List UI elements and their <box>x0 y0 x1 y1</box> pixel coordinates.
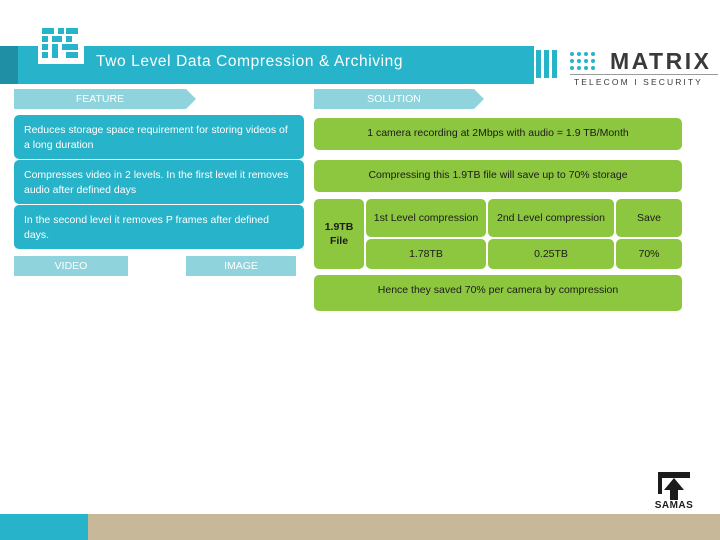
label-video: VIDEO <box>14 256 128 276</box>
table-header-first-level: 1st Level compression <box>366 199 486 237</box>
feature-card: Reduces storage space requirement for st… <box>14 115 304 159</box>
upload-arrow-icon <box>658 472 690 500</box>
column-header-solution-label: SOLUTION <box>367 93 421 105</box>
feature-card: In the second level it removes P frames … <box>14 205 304 249</box>
solution-card: Compressing this 1.9TB file will save up… <box>314 160 682 192</box>
dot-grid-icon <box>570 52 602 76</box>
table-header-second-level: 2nd Level compression <box>488 199 614 237</box>
table-header-save: Save <box>616 199 682 237</box>
table-value-second-level: 0.25TB <box>488 239 614 269</box>
matrix-tagline: TELECOM I SECURITY <box>574 77 703 87</box>
column-header-solution: SOLUTION <box>314 89 484 109</box>
column-header-feature-label: FEATURE <box>75 93 125 105</box>
column-header-feature: FEATURE <box>14 89 196 109</box>
slide-canvas: Two Level Data Compression & Archiving M… <box>0 0 720 540</box>
matrix-logo: MATRIX TELECOM I SECURITY <box>536 44 718 90</box>
matrix-divider <box>570 74 718 75</box>
page-title: Two Level Data Compression & Archiving <box>96 53 404 70</box>
footer-band-accent <box>0 514 88 540</box>
samas-mark: SAMAS <box>648 470 700 512</box>
samas-label: SAMAS <box>654 500 694 511</box>
tab-notch-icon <box>186 89 196 109</box>
three-vertical-bars-icon <box>536 50 564 78</box>
table-value-save: 70% <box>616 239 682 269</box>
table-value-first-level: 1.78TB <box>366 239 486 269</box>
label-image: IMAGE <box>186 256 296 276</box>
table-cell-file-label: 1.9TB File <box>314 199 364 269</box>
feature-card: Compresses video in 2 levels. In the fir… <box>14 160 304 204</box>
header-band-accent <box>0 46 18 84</box>
matrix-wordmark: MATRIX <box>610 48 712 74</box>
solution-card: 1 camera recording at 2Mbps with audio =… <box>314 118 682 150</box>
company-logo-icon <box>36 24 88 68</box>
tab-notch-icon <box>474 89 484 109</box>
footer-band <box>0 514 720 540</box>
conclusion-card: Hence they saved 70% per camera by compr… <box>314 275 682 311</box>
